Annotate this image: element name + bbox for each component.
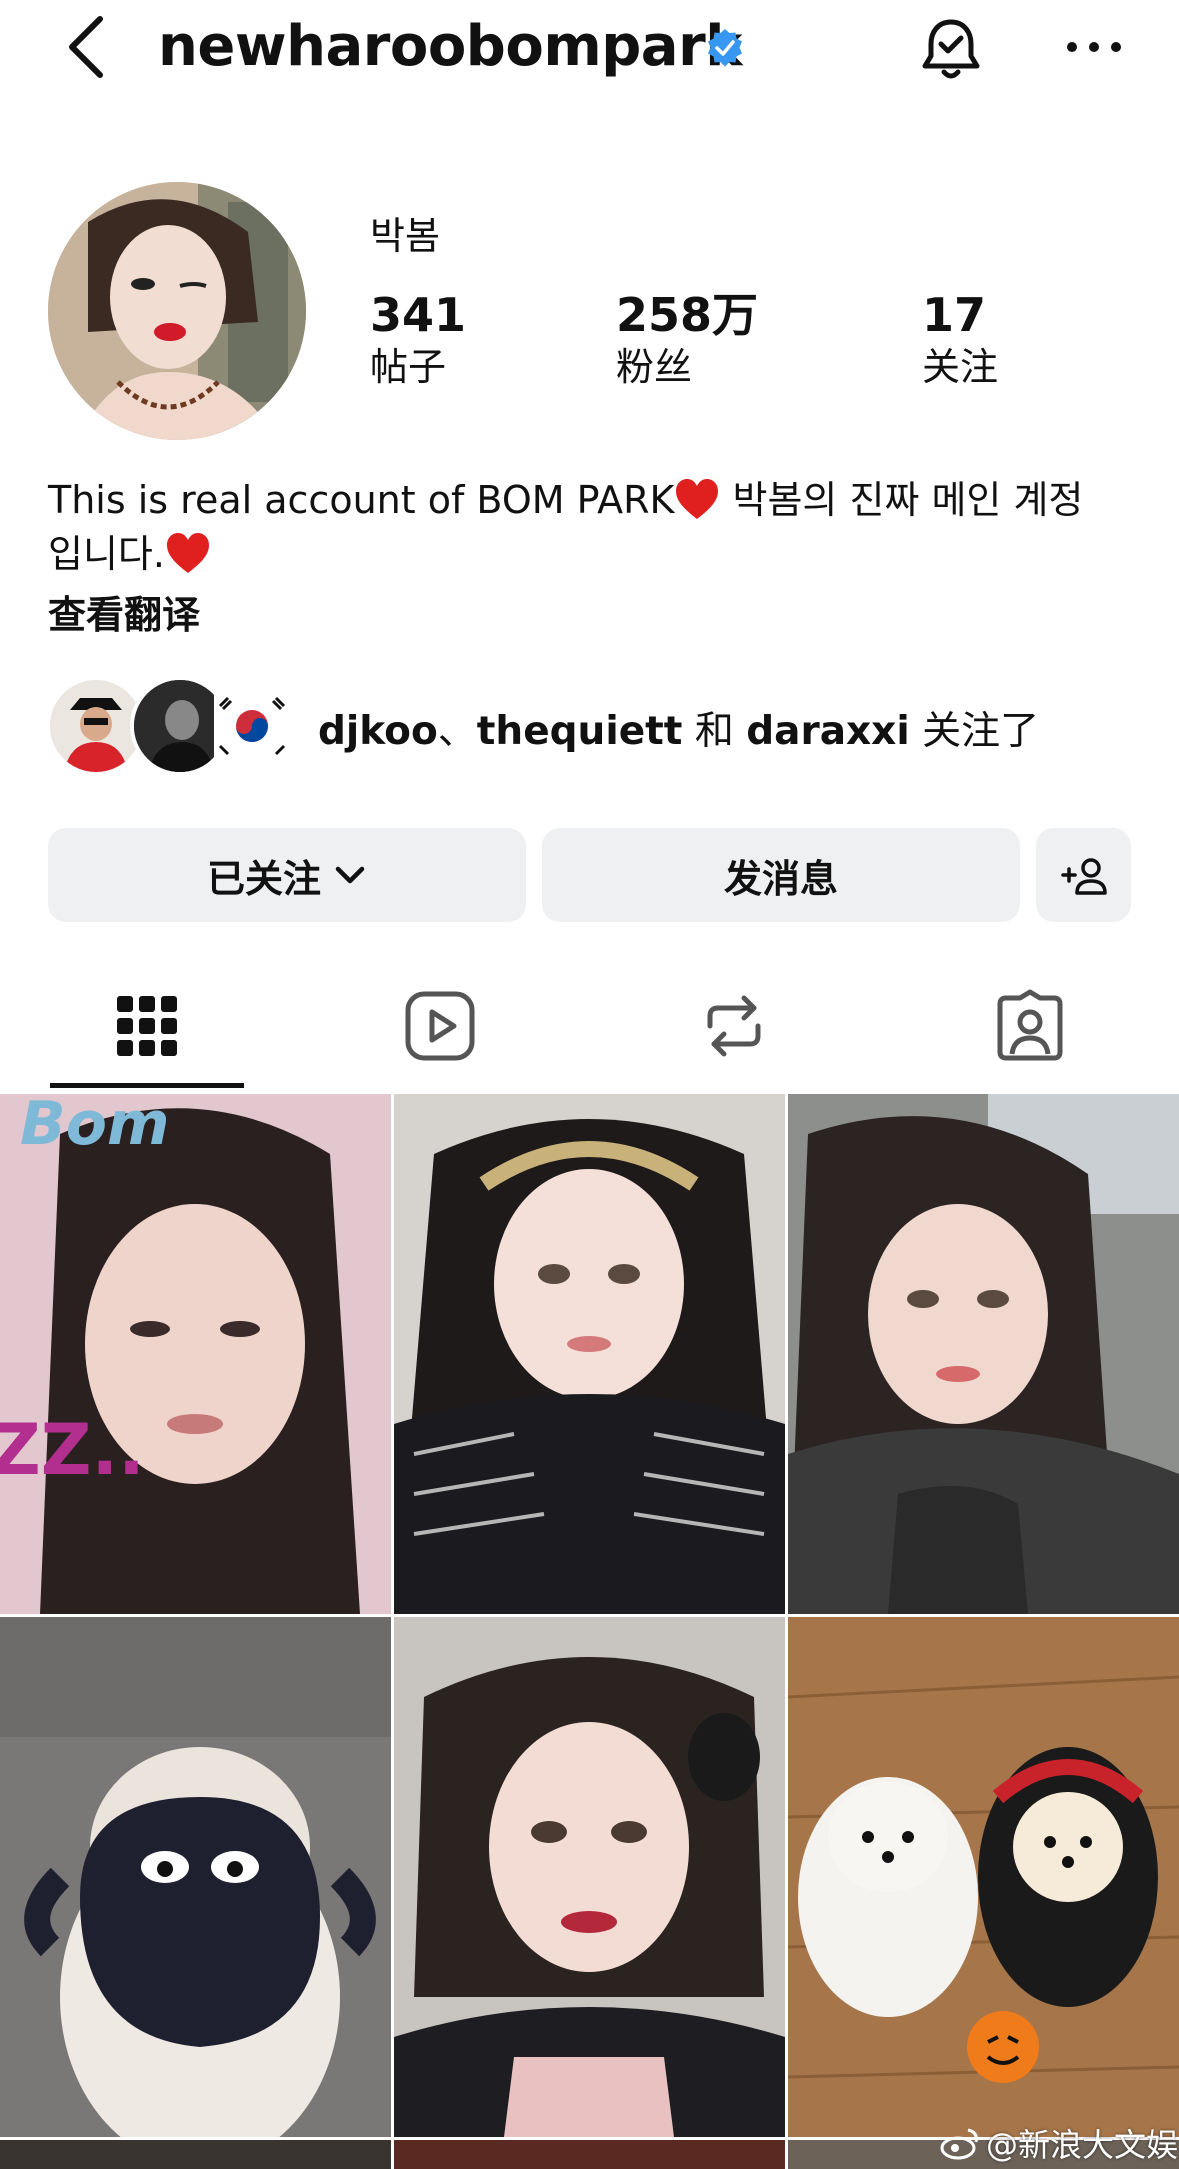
tab-reels[interactable]	[402, 988, 478, 1064]
stat-following-count: 17	[922, 288, 987, 342]
tab-tagged[interactable]	[992, 988, 1068, 1064]
post-thumbnail[interactable]: Bom ZZ..	[0, 1094, 391, 1614]
more-horizontal-icon	[1067, 42, 1121, 52]
display-name: 박봄	[370, 214, 440, 258]
profile-header: newharoobompark	[0, 0, 1179, 110]
stat-followers-count: 258万	[616, 288, 759, 342]
notifications-button[interactable]	[916, 14, 986, 84]
message-button[interactable]: 发消息	[542, 828, 1020, 922]
post-thumbnail[interactable]	[788, 1094, 1179, 1614]
bio-text-line1-korean: 박봄의 진짜 메인 계정	[720, 478, 1084, 522]
profile-username: newharoobompark	[158, 14, 742, 79]
bio-text-line1: This is real account of BOM PARK	[48, 478, 675, 522]
avatar-photo	[48, 182, 306, 440]
suggest-users-button[interactable]	[1036, 828, 1131, 922]
post-thumbnail[interactable]	[394, 1617, 785, 2137]
tab-reposts[interactable]	[696, 988, 772, 1064]
see-translation-link[interactable]: 查看翻译	[48, 584, 200, 639]
separator: 和	[682, 709, 747, 754]
followed-suffix: 关注了	[909, 709, 1040, 754]
tagged-person-icon	[997, 989, 1063, 1061]
active-tab-indicator	[50, 1083, 244, 1088]
stat-following[interactable]: 17 关注	[922, 288, 998, 392]
mutual-user-thequiett[interactable]: thequiett	[477, 709, 683, 754]
back-button[interactable]	[56, 14, 116, 80]
stat-posts[interactable]: 341 帖子	[370, 288, 466, 392]
mutual-user-djkoo[interactable]: djkoo	[318, 709, 438, 754]
profile-avatar[interactable]	[48, 182, 306, 440]
reels-play-icon	[405, 991, 475, 1061]
stat-followers[interactable]: 258万 粉丝	[616, 288, 758, 392]
post-thumbnail[interactable]	[394, 2140, 785, 2169]
post-thumbnail[interactable]	[0, 1617, 391, 2137]
weibo-logo-icon	[940, 2128, 978, 2160]
following-button[interactable]: 已关注	[48, 828, 526, 922]
repost-icon	[707, 995, 761, 1057]
post-thumbnail[interactable]	[394, 1094, 785, 1614]
separator: 、	[437, 709, 477, 754]
stat-posts-count: 341	[370, 288, 467, 342]
mutual-followers-text[interactable]: djkoo、thequiett 和 daraxxi 关注了	[318, 700, 1039, 756]
post-thumbnail[interactable]	[788, 1617, 1179, 2137]
svg-text:Bom: Bom	[20, 1094, 169, 1159]
stat-followers-label: 粉丝	[616, 345, 693, 389]
post-thumbnail[interactable]	[0, 2140, 391, 2169]
stat-posts-label: 帖子	[370, 345, 447, 389]
chevron-down-icon	[335, 866, 365, 884]
mutual-user-daraxxi[interactable]: daraxxi	[746, 709, 909, 754]
profile-tabs	[0, 960, 1179, 1092]
verified-badge-icon	[708, 29, 742, 67]
posts-grid: Bom ZZ..	[0, 1094, 1179, 2169]
more-options-button[interactable]	[1062, 22, 1126, 72]
watermark-text: @新浪大文娱	[986, 2126, 1179, 2164]
chevron-left-icon	[69, 16, 103, 78]
following-button-label: 已关注	[206, 856, 321, 901]
add-person-icon	[1060, 858, 1107, 895]
message-button-label: 发消息	[723, 856, 838, 901]
stat-following-label: 关注	[922, 345, 999, 389]
red-heart-icon	[676, 479, 719, 519]
bell-check-icon	[922, 19, 980, 79]
red-heart-icon	[166, 533, 209, 573]
profile-bio: This is real account of BOM PARK 박봄의 진짜 …	[48, 473, 1148, 581]
avatar-daraxxi	[214, 676, 292, 776]
bio-text-line2: 입니다.	[48, 532, 165, 576]
watermark: @新浪大文娱	[940, 2120, 1178, 2166]
grid-icon	[117, 996, 177, 1056]
korean-flag-icon	[214, 676, 292, 776]
tab-posts-grid[interactable]	[109, 988, 185, 1064]
svg-text:ZZ..: ZZ..	[0, 1409, 145, 1491]
mutual-followers-avatars[interactable]	[46, 676, 292, 776]
